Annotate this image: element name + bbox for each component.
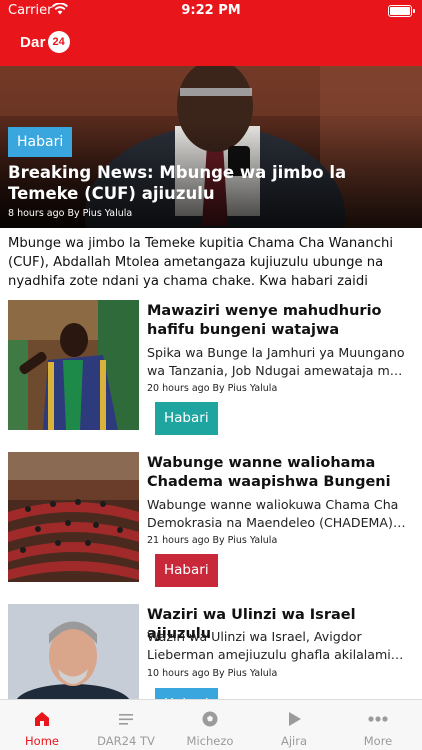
featured-category-tag[interactable]: Habari (8, 127, 73, 157)
featured-lead[interactable]: Mbunge wa jimbo la Temeke kupitia Chama … (8, 234, 416, 291)
more-icon (368, 710, 388, 728)
bottom-tab-bar: Home DAR24 TV Michezo Ajira More (0, 699, 422, 750)
logo-text: Dar (20, 33, 46, 51)
article-description: Wabunge wanne waliokuwa Chama Cha Demokr… (147, 497, 406, 530)
article-description: Waziri wa Ulinzi wa Israel, Avigdor Lieb… (147, 629, 404, 662)
list-icon (116, 710, 136, 728)
article-thumbnail[interactable] (8, 300, 139, 430)
article-card[interactable]: Mawaziri wenye mahudhurio hafifu bungeni… (0, 300, 422, 450)
football-icon (200, 710, 220, 728)
article-description: Spika wa Bunge la Jamhuri ya Muungano wa… (147, 345, 405, 378)
article-thumbnail[interactable] (8, 604, 139, 699)
article-category-tag[interactable]: Habari (155, 402, 218, 435)
article-meta: 10 hours ago By Pius Yalula (147, 668, 278, 679)
battery-icon (388, 5, 415, 17)
article-meta: 20 hours ago By Pius Yalula (147, 383, 278, 394)
tab-michezo[interactable]: Michezo (168, 700, 252, 750)
featured-meta: 8 hours ago By Pius Yalula (8, 208, 133, 219)
article-title[interactable]: Mawaziri wenye mahudhurio hafifu bungeni… (147, 302, 415, 339)
article-card[interactable]: Wabunge wanne waliohama Chadema waapishw… (0, 452, 422, 602)
tab-label: Home (25, 734, 59, 748)
tab-label: DAR24 TV (97, 734, 155, 748)
tab-label: Michezo (186, 734, 234, 748)
clock: 9:22 PM (181, 3, 241, 18)
status-bar: Carrier 9:22 PM (0, 0, 422, 22)
tab-ajira[interactable]: Ajira (252, 700, 336, 750)
featured-article[interactable]: Habari Breaking News: Mbunge wa jimbo la… (0, 66, 422, 228)
article-thumbnail[interactable] (8, 452, 139, 582)
tab-more[interactable]: More (336, 700, 420, 750)
tab-home[interactable]: Home (0, 700, 84, 750)
home-icon (32, 710, 52, 728)
article-title[interactable]: Wabunge wanne waliohama Chadema waapishw… (147, 454, 415, 491)
app-logo[interactable]: Dar 24 (20, 31, 70, 53)
article-category-tag[interactable]: Habari (155, 688, 218, 699)
logo-badge: 24 (47, 31, 70, 53)
article-meta: 21 hours ago By Pius Yalula (147, 535, 278, 546)
article-category-tag[interactable]: Habari (155, 554, 218, 587)
tab-dar24-tv[interactable]: DAR24 TV (84, 700, 168, 750)
tab-label: Ajira (280, 734, 308, 748)
app-header: Carrier 9:22 PM Dar 24 (0, 0, 422, 66)
featured-title[interactable]: Breaking News: Mbunge wa jimbo la Temeke… (8, 162, 413, 204)
tab-label: More (363, 734, 393, 748)
play-icon (284, 710, 304, 728)
